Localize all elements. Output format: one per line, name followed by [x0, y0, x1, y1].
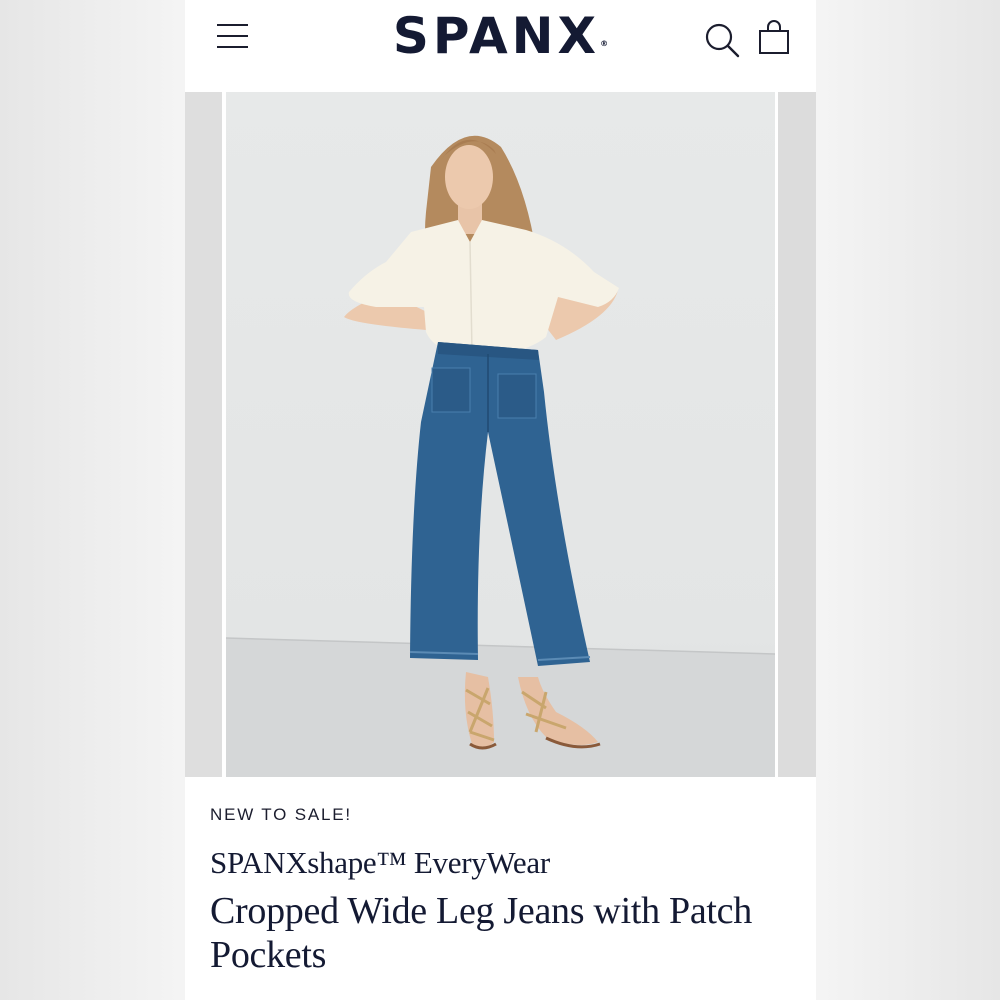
- next-slide-peek[interactable]: [778, 92, 816, 777]
- product-info: NEW TO SALE! SPANXshape™ EveryWear Cropp…: [185, 777, 816, 1000]
- product-brand-line: SPANXshape™ EveryWear: [210, 845, 550, 880]
- product-photo[interactable]: [226, 92, 775, 777]
- logo-text: SPANX: [392, 7, 601, 65]
- product-page: SPANX® NEW TO SALE! SPANXshape™ EveryWea…: [185, 0, 816, 1000]
- sale-badge: NEW TO SALE!: [210, 805, 352, 824]
- shopping-bag-icon[interactable]: [757, 20, 793, 58]
- previous-slide-peek[interactable]: [185, 92, 222, 777]
- search-icon[interactable]: [703, 20, 743, 60]
- site-header: SPANX®: [185, 0, 816, 92]
- product-title: Cropped Wide Leg Jeans with Patch Pocket…: [210, 890, 752, 976]
- product-image-carousel[interactable]: [185, 92, 816, 777]
- registered-mark: ®: [600, 39, 609, 48]
